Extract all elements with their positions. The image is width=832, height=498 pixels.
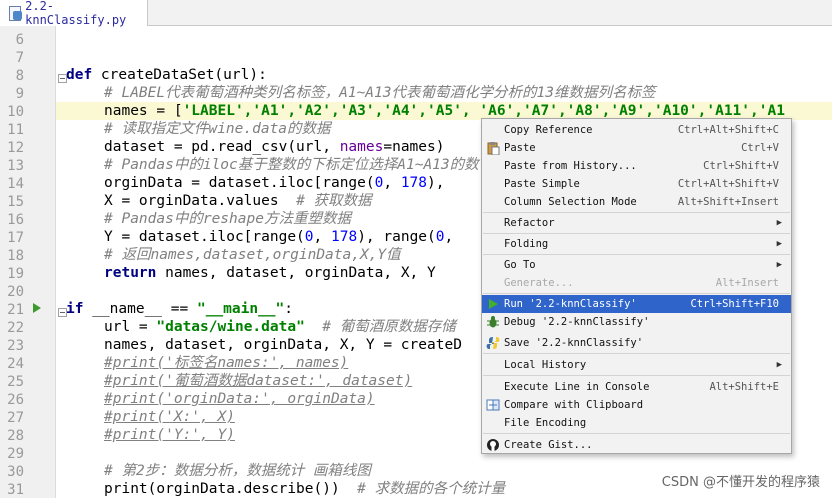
menu-item-compare-clipboard[interactable]: Compare with Clipboard [482, 396, 791, 414]
context-menu: Copy Reference Ctrl+Alt+Shift+C Paste Ctrl… [481, 118, 792, 454]
menu-item-generate[interactable]: Generate... Alt+Insert [482, 274, 791, 292]
code-line-21: url = "datas/wine.data" # 葡萄酒原数据存储 [104, 319, 456, 335]
menu-item-debug[interactable]: Debug '2.2-knnClassify' [482, 313, 791, 331]
menu-separator [483, 293, 790, 294]
submenu-arrow-icon: ▶ [776, 239, 782, 249]
code-line-26: #print('X:', X) [104, 409, 235, 425]
paste-icon [487, 142, 500, 155]
code-line-15: # Pandas中的reshape方法重塑数据 [104, 211, 351, 227]
line-number: 22 [7, 320, 24, 336]
line-number: 27 [7, 410, 24, 426]
line-number: 19 [7, 266, 24, 282]
line-number: 25 [7, 374, 24, 390]
line-number: 29 [7, 446, 24, 462]
menu-item-create-gist[interactable]: Create Gist... [482, 436, 791, 454]
code-line-7: def createDataSet(url): [66, 67, 267, 83]
menu-item-run[interactable]: Run '2.2-knnClassify' Ctrl+Shift+F10 [482, 295, 791, 313]
menu-item-file-encoding[interactable]: File Encoding [482, 414, 791, 432]
menu-item-paste[interactable]: Paste Ctrl+V [482, 139, 791, 157]
fold-marker-icon[interactable] [58, 74, 67, 83]
line-number: 17 [7, 230, 24, 246]
debug-icon [487, 316, 499, 328]
line-number: 24 [7, 356, 24, 372]
line-numbers: 6 7 8 9 10 11 12 13 14 15 16 17 18 19 20… [0, 26, 67, 498]
menu-item-local-history[interactable]: Local History ▶ [482, 356, 791, 374]
line-number: 26 [7, 392, 24, 408]
line-number: 23 [7, 338, 24, 354]
submenu-arrow-icon: ▶ [776, 360, 782, 370]
line-number: 21 [7, 302, 24, 318]
menu-item-execute-line[interactable]: Execute Line in Console Alt+Shift+E [482, 378, 791, 396]
code-line-20: if __name__ == "__main__": [66, 301, 294, 317]
line-number: 28 [7, 428, 24, 444]
line-number: 7 [15, 50, 24, 66]
watermark: CSDN @不懂开发的程序猿 [661, 475, 820, 490]
line-number: 12 [7, 140, 24, 156]
line-number: 6 [15, 32, 24, 48]
code-line-23: #print('标签名names:', names) [104, 355, 349, 371]
code-line-18: return names, dataset, orginData, X, Y [104, 265, 436, 281]
code-line-29: # 第2步：数据分析，数据统计 画箱线图 [104, 463, 371, 479]
line-number: 13 [7, 158, 24, 174]
code-line-16: Y = dataset.iloc[range(0, 178), range(0, [104, 229, 454, 245]
menu-separator [483, 353, 790, 354]
menu-item-save[interactable]: Save '2.2-knnClassify' [482, 334, 791, 352]
code-line-30: print(orginData.describe()) # 求数据的各个统计量 [104, 481, 506, 497]
line-number: 14 [7, 176, 24, 192]
line-number: 31 [7, 482, 24, 498]
line-number: 10 [7, 104, 24, 120]
code-line-11: dataset = pd.read_csv(url, names=names) [104, 139, 445, 155]
code-line-14: X = orginData.values # 获取数据 [104, 193, 372, 209]
menu-item-paste-simple[interactable]: Paste Simple Ctrl+Alt+Shift+V [482, 175, 791, 193]
menu-separator [483, 375, 790, 376]
line-number: 16 [7, 212, 24, 228]
code-line-22: names, dataset, orginData, X, Y = create… [104, 337, 462, 353]
run-gutter-icon[interactable] [32, 302, 42, 314]
submenu-arrow-icon: ▶ [776, 218, 782, 228]
menu-separator [483, 212, 790, 213]
code-line-10: # 读取指定文件wine.data的数据 [104, 121, 331, 137]
code-line-12: # Pandas中的iloc基于整数的下标定位选择A1~A13的数 [104, 157, 479, 173]
code-line-8: # LABEL代表葡萄酒种类列名标签，A1~A13代表葡萄酒化学分析的13维数据… [104, 85, 656, 101]
code-line-17: # 返回names,dataset,orginData,X,Y值 [104, 247, 401, 263]
menu-item-copy-reference[interactable]: Copy Reference Ctrl+Alt+Shift+C [482, 121, 791, 139]
line-number: 20 [7, 284, 24, 300]
github-icon [487, 439, 499, 451]
compare-icon [486, 399, 500, 411]
menu-item-folding[interactable]: Folding ▶ [482, 235, 791, 253]
line-number: 30 [7, 464, 24, 480]
tab-knnclassify[interactable]: 2.2-knnClassify.py [0, 0, 148, 27]
python-file-icon [8, 5, 23, 21]
fold-marker-icon[interactable] [58, 308, 67, 317]
menu-separator [483, 254, 790, 255]
code-line-13: orginData = dataset.iloc[range(0, 178), [104, 175, 445, 191]
menu-item-go-to[interactable]: Go To ▶ [482, 256, 791, 274]
code-line-25: #print('orginData:', orginData) [104, 391, 375, 407]
line-number: 11 [7, 122, 24, 138]
code-line-24: #print('葡萄酒数据dataset:', dataset) [104, 373, 413, 389]
line-number: 8 [15, 68, 24, 84]
menu-item-paste-from-history[interactable]: Paste from History... Ctrl+Shift+V [482, 157, 791, 175]
submenu-arrow-icon: ▶ [776, 260, 782, 270]
line-number: 15 [7, 194, 24, 210]
code-line-27: #print('Y:', Y) [104, 427, 235, 443]
menu-item-refactor[interactable]: Refactor ▶ [482, 214, 791, 232]
menu-separator [483, 233, 790, 234]
line-number: 9 [15, 86, 24, 102]
line-number: 18 [7, 248, 24, 264]
menu-separator [483, 433, 790, 434]
menu-item-column-selection[interactable]: Column Selection Mode Alt+Shift+Insert [482, 193, 791, 211]
run-icon [489, 299, 498, 309]
python-icon [486, 337, 500, 349]
tab-title: 2.2-knnClassify.py [25, 0, 127, 27]
editor-tab-bar: 2.2-knnClassify.py [0, 0, 832, 27]
